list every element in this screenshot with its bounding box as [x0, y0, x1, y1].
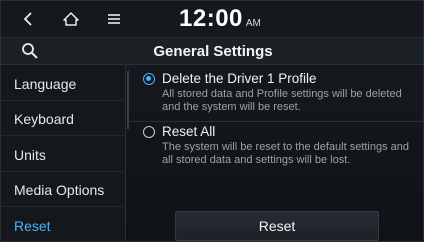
menu-button[interactable]: [99, 5, 129, 33]
sidebar-item-media-options[interactable]: Media Options: [1, 173, 125, 207]
sidebar-item-language[interactable]: Language: [1, 67, 125, 101]
sidebar-item-label: Units: [14, 146, 46, 163]
option-label: Delete the Driver 1 Profile: [162, 71, 317, 86]
sidebar-item-label: Language: [14, 75, 77, 92]
sidebar-item-label: Keyboard: [14, 110, 74, 127]
sidebar-item-label: Reset: [14, 218, 51, 234]
option-label: Reset All: [162, 124, 216, 139]
title-bar: General Settings: [1, 37, 423, 65]
search-button[interactable]: [21, 42, 43, 62]
sidebar-item-keyboard[interactable]: Keyboard: [1, 102, 125, 136]
home-icon: [63, 12, 79, 26]
back-icon: [23, 12, 32, 26]
screen: 12:00 AM General Settings Language Keybo…: [0, 0, 424, 242]
reset-button[interactable]: Reset: [175, 211, 379, 241]
sidebar-item-label: Media Options: [14, 181, 105, 198]
status-bar: 12:00 AM: [1, 1, 423, 37]
option-reset-all[interactable]: Reset All The system will be reset to th…: [127, 124, 423, 174]
sidebar-item-units[interactable]: Units: [1, 138, 125, 172]
clock-time: 12:00: [179, 5, 243, 32]
option-description: The system will be reset to the default …: [162, 141, 410, 166]
page-title: General Settings: [153, 43, 273, 60]
main-panel: Delete the Driver 1 Profile All stored d…: [127, 65, 423, 241]
search-icon: [22, 43, 38, 59]
sidebar-item-reset[interactable]: Reset: [1, 209, 125, 241]
clock: 12:00 AM: [179, 5, 261, 33]
back-button[interactable]: [13, 5, 43, 33]
option-description: All stored data and Profile settings wil…: [162, 88, 402, 113]
sidebar: Language Keyboard Units Media Options Re…: [1, 65, 126, 241]
radio-button-selected[interactable]: [143, 73, 155, 85]
radio-button[interactable]: [143, 126, 155, 138]
divider: [127, 121, 423, 122]
home-button[interactable]: [56, 5, 86, 33]
clock-ampm: AM: [245, 18, 261, 29]
option-delete-driver-profile[interactable]: Delete the Driver 1 Profile All stored d…: [127, 71, 423, 121]
menu-icon: [108, 14, 120, 24]
